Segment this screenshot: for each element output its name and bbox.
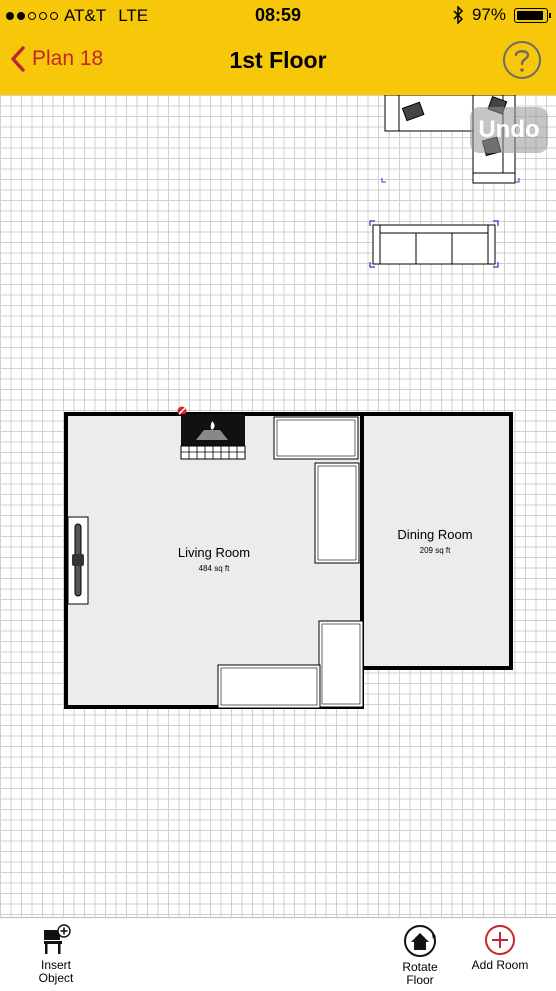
cabinet-bottom[interactable] [217, 664, 321, 710]
add-room-button[interactable]: Add Room [466, 924, 534, 972]
room-name: Dining Room [397, 527, 473, 542]
status-right: 97% [453, 5, 551, 25]
rotate-house-icon [404, 925, 436, 957]
add-room-label: Add Room [471, 958, 529, 972]
room-area: 484 sq ft [198, 564, 230, 573]
room-name: Living Room [177, 545, 251, 560]
rotate-floor-label: Rotate Floor [402, 960, 438, 987]
nav-bar: Plan 18 1st Floor [0, 34, 556, 92]
insert-object-button[interactable]: Insert Object [28, 924, 84, 985]
cabinet-lower[interactable] [318, 620, 364, 708]
chair-add-icon [44, 924, 71, 954]
page-title: 1st Floor [229, 47, 327, 73]
app-header: AT&T LTE 08:59 97% Plan 18 1st Floor [0, 0, 556, 95]
fireplace[interactable] [176, 406, 248, 462]
battery-icon [514, 7, 551, 23]
floor-plan-canvas[interactable]: Undo Living Room 484 sq ft Dining Room 2… [0, 95, 556, 917]
undo-button[interactable]: Undo [470, 107, 548, 153]
rotate-floor-button[interactable]: Rotate Floor [392, 924, 448, 987]
bluetooth-icon [453, 6, 464, 24]
room-label-dining: Dining Room 209 sq ft [375, 527, 495, 555]
battery-fill [517, 10, 544, 20]
bottom-toolbar: Insert Object Rotate Floor Add Room [0, 917, 556, 991]
room-label-living: Living Room 484 sq ft [154, 545, 274, 573]
plus-circle-icon [485, 925, 515, 955]
question-circle-icon[interactable] [502, 40, 542, 80]
wall-unit[interactable] [67, 516, 91, 606]
cabinet-tall[interactable] [314, 462, 360, 564]
insert-object-label: Insert Object [38, 958, 74, 985]
cabinet-top[interactable] [273, 416, 359, 461]
battery-percent: 97% [471, 5, 506, 24]
status-bar: AT&T LTE 08:59 97% [0, 0, 556, 32]
room-area: 209 sq ft [419, 546, 451, 555]
sofa-selected[interactable] [368, 219, 500, 269]
